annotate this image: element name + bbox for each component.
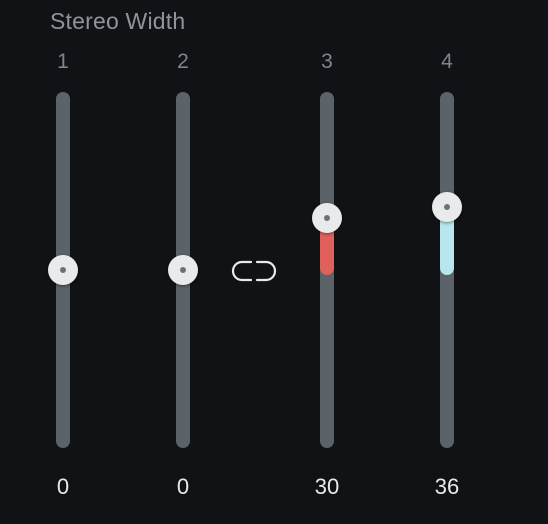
channel-value: 0 [56,474,70,499]
channel-3: 3 30 [297,0,357,524]
channel-label: 1 [57,50,69,73]
channel-1: 1 0 [33,0,93,524]
channel-value: 0 [176,474,190,499]
channel-4: 4 36 [417,0,477,524]
slider-thumb[interactable] [312,202,342,233]
channel-2: 2 0 [153,0,213,524]
slider-thumb[interactable] [432,192,462,222]
channel-value: 36 [434,474,460,499]
channel-label: 2 [177,50,189,73]
channel-label: 3 [321,50,333,73]
channel-label: 4 [441,50,453,73]
slider-track[interactable] [440,92,454,448]
slider-thumb[interactable] [168,255,198,285]
link-icon [231,260,277,282]
channel-value: 30 [314,474,340,499]
slider-track[interactable] [320,92,334,448]
slider-thumb[interactable] [48,255,78,285]
link-toggle-button[interactable] [231,258,277,284]
